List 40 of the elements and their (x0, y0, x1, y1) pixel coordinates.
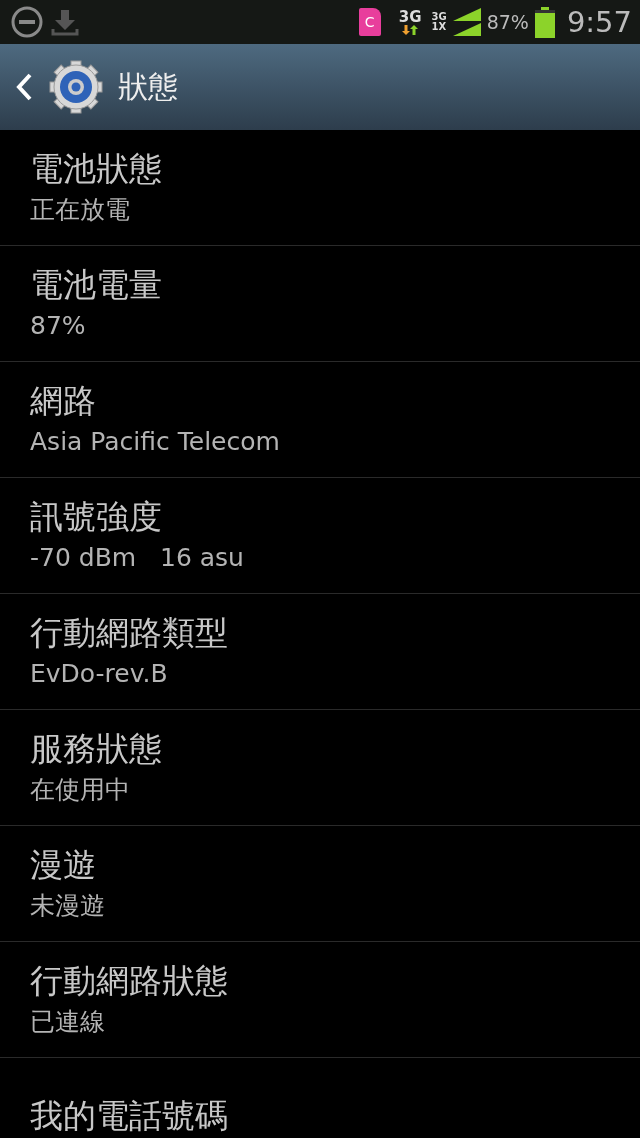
signal-label: 3G (431, 12, 447, 22)
battery-icon (534, 6, 555, 38)
status-list-item[interactable]: 網路 Asia Pacific Telecom (0, 362, 640, 478)
status-list-item[interactable]: 電池電量 87% (0, 246, 640, 362)
status-list-item[interactable]: 電池狀態 正在放電 (0, 130, 640, 246)
screen-title: 狀態 (118, 67, 178, 106)
data-arrows-icon (401, 24, 420, 35)
item-title: 網路 (30, 382, 97, 421)
sim-card-icon: C (358, 8, 381, 36)
status-list-item[interactable]: 行動網路類型 EvDo-rev.B (0, 594, 640, 710)
item-value: -70 dBm 16 asu (30, 544, 245, 573)
status-list-item[interactable]: 我的電話號碼 (0, 1058, 640, 1138)
signal-label: 1X (431, 22, 447, 32)
signal-bars-icon (452, 8, 481, 36)
item-value: 在使用中 (30, 776, 131, 805)
clock: 9:57 (566, 5, 632, 39)
download-icon (50, 7, 80, 37)
status-list-item[interactable]: 服務狀態 在使用中 (0, 710, 640, 826)
gear-icon (48, 59, 104, 115)
item-value: 87% (30, 312, 87, 341)
item-title: 行動網路狀態 (30, 962, 229, 1001)
status-list-item[interactable]: 漫遊 未漫遊 (0, 826, 640, 942)
item-value: 正在放電 (30, 196, 131, 225)
item-value: 未漫遊 (30, 892, 106, 921)
item-title: 電池電量 (30, 266, 163, 305)
item-title: 漫遊 (30, 846, 97, 885)
item-value: Asia Pacific Telecom (30, 428, 281, 457)
status-list-item[interactable]: 行動網路狀態 已連線 (0, 942, 640, 1058)
item-title: 我的電話號碼 (30, 1096, 229, 1135)
network-type-label: 3G (398, 9, 422, 25)
back-icon[interactable] (14, 72, 34, 102)
item-title: 行動網路類型 (30, 614, 229, 653)
item-title: 服務狀態 (30, 730, 163, 769)
status-list-item[interactable]: 訊號強度 -70 dBm 16 asu (0, 478, 640, 594)
item-title: 訊號強度 (30, 498, 163, 537)
item-value: 已連線 (30, 1008, 106, 1037)
battery-percent: 87% (486, 11, 529, 33)
blocked-icon (10, 5, 44, 39)
item-value: EvDo-rev.B (30, 660, 169, 689)
item-title: 電池狀態 (30, 150, 163, 189)
